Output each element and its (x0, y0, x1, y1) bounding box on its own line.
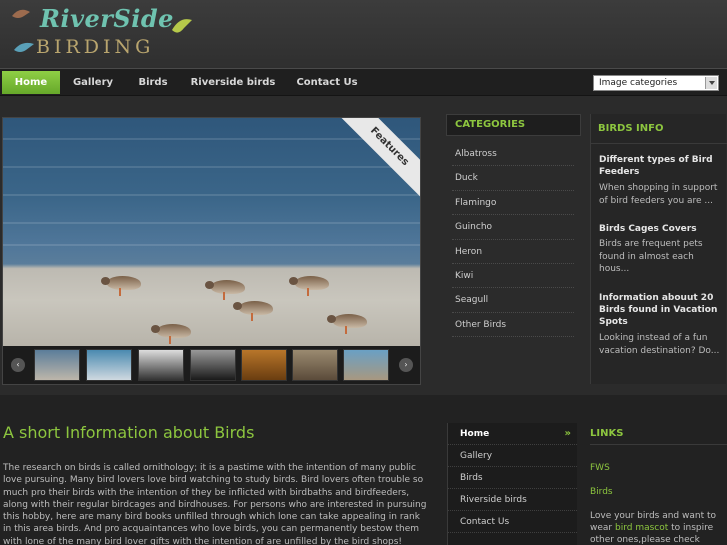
chevron-down-icon[interactable] (705, 77, 717, 89)
footer-nav-label: Home (460, 429, 490, 439)
info-entry-text: Looking instead of a fun vacation destin… (599, 333, 720, 356)
featured-photo: Features (3, 118, 420, 346)
categories-panel: CATEGORIES Albatross Duck Flamingo Guinc… (446, 114, 581, 364)
category-heron[interactable]: Heron (452, 240, 574, 264)
image-categories-select[interactable]: Image categories (593, 75, 719, 91)
thumbnail[interactable] (343, 349, 389, 381)
thumbnail[interactable] (190, 349, 236, 381)
header: RiverSide BIRDING (0, 0, 727, 68)
site-logo[interactable]: RiverSide BIRDING (8, 2, 208, 64)
main-nav: Home Gallery Birds Riverside birds Conta… (0, 68, 727, 96)
category-guincho[interactable]: Guincho (452, 215, 574, 240)
category-kiwi[interactable]: Kiwi (452, 264, 574, 289)
nav-gallery[interactable]: Gallery (64, 71, 122, 94)
featured-slider[interactable]: Features ‹ › (2, 117, 421, 385)
categories-title: CATEGORIES (446, 114, 581, 136)
link-bird-mascot[interactable]: bird mascot (615, 523, 668, 533)
prev-arrow-icon[interactable]: ‹ (11, 358, 25, 372)
footer-nav-riverside-birds[interactable]: Riverside birds (448, 489, 577, 511)
about-title: A short Information about Birds (3, 423, 255, 442)
features-ribbon: Features (333, 118, 420, 203)
link-birds[interactable]: Birds (590, 487, 613, 497)
birds-info-panel: BIRDS INFO Different types of Bird Feede… (590, 114, 727, 384)
links-panel: LINKS FWS Birds Love your birds and want… (590, 423, 727, 545)
footer-nav-home[interactable]: Home » (448, 423, 577, 445)
select-value: Image categories (599, 78, 678, 88)
info-entry-title[interactable]: Information abouut 20 Birds found in Vac… (599, 292, 721, 328)
about-text: The research on birds is called ornithol… (3, 463, 427, 545)
footer-nav-contact-us[interactable]: Contact Us (448, 511, 577, 533)
category-albatross[interactable]: Albatross (452, 142, 574, 167)
info-entry-text: Birds are frequent pets found in almost … (599, 239, 703, 274)
double-chevron-right-icon: » (564, 428, 571, 439)
logo-riverside: RiverSide (40, 4, 174, 33)
thumbnail[interactable] (241, 349, 287, 381)
footer-nav: Home » Gallery Birds Riverside birds Con… (447, 423, 577, 545)
thumbnail[interactable] (86, 349, 132, 381)
links-text: Love your birds and want to wear bird ma… (590, 510, 722, 545)
category-flamingo[interactable]: Flamingo (452, 191, 574, 216)
footer-nav-gallery[interactable]: Gallery (448, 445, 577, 467)
link-fws[interactable]: FWS (590, 463, 610, 473)
thumbnail[interactable] (34, 349, 80, 381)
bird-logo-icon (12, 9, 34, 52)
thumbnail[interactable] (292, 349, 338, 381)
nav-contact-us[interactable]: Contact Us (288, 71, 366, 94)
thumbnail[interactable] (138, 349, 184, 381)
links-title: LINKS (590, 423, 727, 445)
nav-birds[interactable]: Birds (128, 71, 178, 94)
bottom-section: A short Information about Birds The rese… (0, 395, 727, 545)
info-entry-title[interactable]: Different types of Bird Feeders (599, 154, 721, 178)
category-seagull[interactable]: Seagull (452, 288, 574, 313)
logo-birding: BIRDING (36, 36, 155, 58)
info-entry-text: When shopping in support of bird feeders… (599, 183, 718, 206)
categories-list: Albatross Duck Flamingo Guincho Heron Ki… (452, 142, 574, 338)
nav-riverside-birds[interactable]: Riverside birds (185, 71, 281, 94)
nav-home[interactable]: Home (2, 71, 60, 94)
next-arrow-icon[interactable]: › (399, 358, 413, 372)
category-duck[interactable]: Duck (452, 166, 574, 191)
category-other-birds[interactable]: Other Birds (452, 313, 574, 338)
birds-info-title: BIRDS INFO (591, 114, 727, 144)
info-entry-title[interactable]: Birds Cages Covers (599, 223, 721, 235)
thumbnail-strip: ‹ › (3, 346, 420, 384)
footer-nav-birds[interactable]: Birds (448, 467, 577, 489)
